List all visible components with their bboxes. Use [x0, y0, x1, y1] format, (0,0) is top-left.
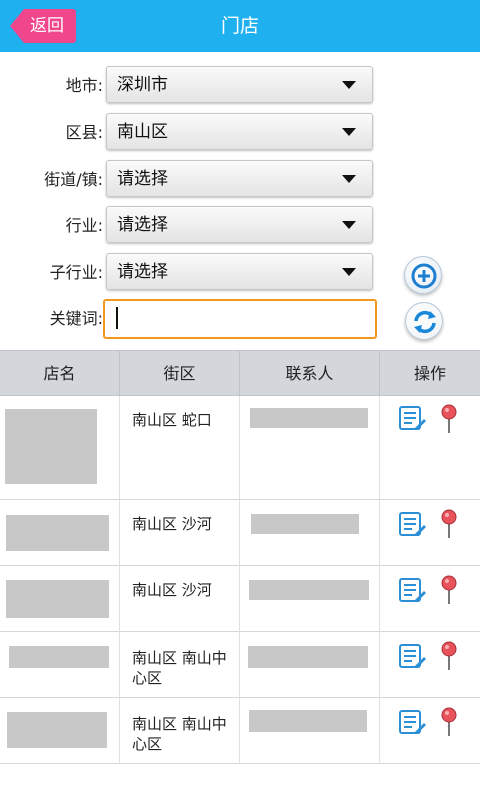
- keyword-input[interactable]: [103, 299, 377, 339]
- contact-redacted: [249, 580, 369, 600]
- store-image-placeholder: [7, 712, 107, 748]
- industry-select-value: 请选择: [117, 215, 168, 235]
- column-divider: [239, 396, 240, 500]
- edit-list-icon[interactable]: [399, 512, 427, 538]
- store-image-placeholder: [5, 409, 97, 484]
- edit-list-icon[interactable]: [399, 406, 427, 432]
- column-header-contact: 联系人: [285, 364, 334, 383]
- column-divider: [379, 500, 380, 566]
- street-row: 街道/镇: 请选择: [0, 160, 480, 200]
- column-divider: [239, 500, 240, 566]
- column-divider: [379, 698, 380, 764]
- page-title: 门店: [220, 15, 259, 37]
- map-pin-icon[interactable]: [440, 641, 458, 671]
- column-header-district: 街区: [163, 364, 196, 383]
- edit-list-icon[interactable]: [399, 710, 427, 736]
- industry-label: 行业:: [65, 216, 103, 235]
- column-divider: [239, 698, 240, 764]
- edit-list-icon[interactable]: [399, 644, 427, 670]
- street-label: 街道/镇:: [44, 170, 103, 189]
- column-divider: [119, 566, 120, 632]
- table-header: 店名 街区 联系人 操作: [0, 350, 480, 397]
- district-select-value: 南山区: [117, 122, 168, 142]
- contact-redacted: [251, 514, 359, 534]
- column-divider: [239, 632, 240, 698]
- dropdown-arrow-icon: [342, 128, 356, 136]
- district-row: 区县: 南山区: [0, 113, 480, 153]
- column-divider: [119, 632, 120, 698]
- column-divider: [119, 698, 120, 764]
- column-divider: [379, 396, 380, 500]
- street-select-value: 请选择: [117, 169, 168, 189]
- street-select[interactable]: 请选择: [106, 160, 373, 197]
- city-label: 地市:: [65, 76, 103, 95]
- refresh-icon: [414, 310, 436, 334]
- store-image-placeholder: [6, 580, 109, 618]
- district-cell: 南山区 南山中心区: [132, 649, 227, 687]
- sub-industry-label: 子行业:: [49, 263, 103, 282]
- column-divider: [119, 396, 120, 500]
- sub-industry-select[interactable]: 请选择: [106, 253, 373, 290]
- keyword-label: 关键词:: [49, 309, 103, 328]
- industry-select[interactable]: 请选择: [106, 206, 373, 243]
- district-cell: 南山区 南山中心区: [132, 715, 227, 753]
- district-select[interactable]: 南山区: [106, 113, 373, 150]
- dropdown-arrow-icon: [342, 221, 356, 229]
- store-image-placeholder: [9, 646, 109, 668]
- map-pin-icon[interactable]: [440, 404, 458, 434]
- dropdown-arrow-icon: [342, 268, 356, 276]
- add-button[interactable]: [404, 256, 442, 294]
- map-pin-icon[interactable]: [440, 575, 458, 605]
- column-divider: [239, 566, 240, 632]
- edit-list-icon[interactable]: [399, 578, 427, 604]
- city-select[interactable]: 深圳市: [106, 66, 373, 103]
- plus-circle-icon: [411, 263, 437, 289]
- dropdown-arrow-icon: [342, 175, 356, 183]
- district-cell: 南山区 沙河: [132, 581, 212, 599]
- industry-row: 行业: 请选择: [0, 206, 480, 246]
- column-divider: [379, 566, 380, 632]
- map-pin-icon[interactable]: [440, 509, 458, 539]
- dropdown-arrow-icon: [342, 81, 356, 89]
- contact-redacted: [249, 710, 367, 732]
- contact-redacted: [248, 646, 368, 668]
- sub-industry-select-value: 请选择: [117, 262, 168, 282]
- map-pin-icon[interactable]: [440, 707, 458, 737]
- column-header-store-name: 店名: [43, 364, 76, 383]
- table-row[interactable]: 南山区 蛇口: [0, 396, 480, 500]
- column-divider: [119, 500, 120, 566]
- column-header-actions: 操作: [413, 364, 446, 383]
- district-cell: 南山区 蛇口: [132, 411, 212, 429]
- text-caret: [116, 307, 118, 329]
- contact-redacted: [250, 408, 368, 428]
- table-row[interactable]: 南山区 沙河: [0, 566, 480, 632]
- city-row: 地市: 深圳市: [0, 66, 480, 106]
- district-label: 区县:: [65, 123, 103, 142]
- city-select-value: 深圳市: [117, 75, 168, 95]
- column-divider: [379, 632, 380, 698]
- table-row[interactable]: 南山区 南山中心区: [0, 698, 480, 764]
- refresh-button[interactable]: [405, 302, 443, 340]
- store-image-placeholder: [6, 515, 109, 551]
- title-bar: 返回 门店: [0, 0, 480, 52]
- table-row[interactable]: 南山区 南山中心区: [0, 632, 480, 698]
- table-row[interactable]: 南山区 沙河: [0, 500, 480, 566]
- district-cell: 南山区 沙河: [132, 515, 212, 533]
